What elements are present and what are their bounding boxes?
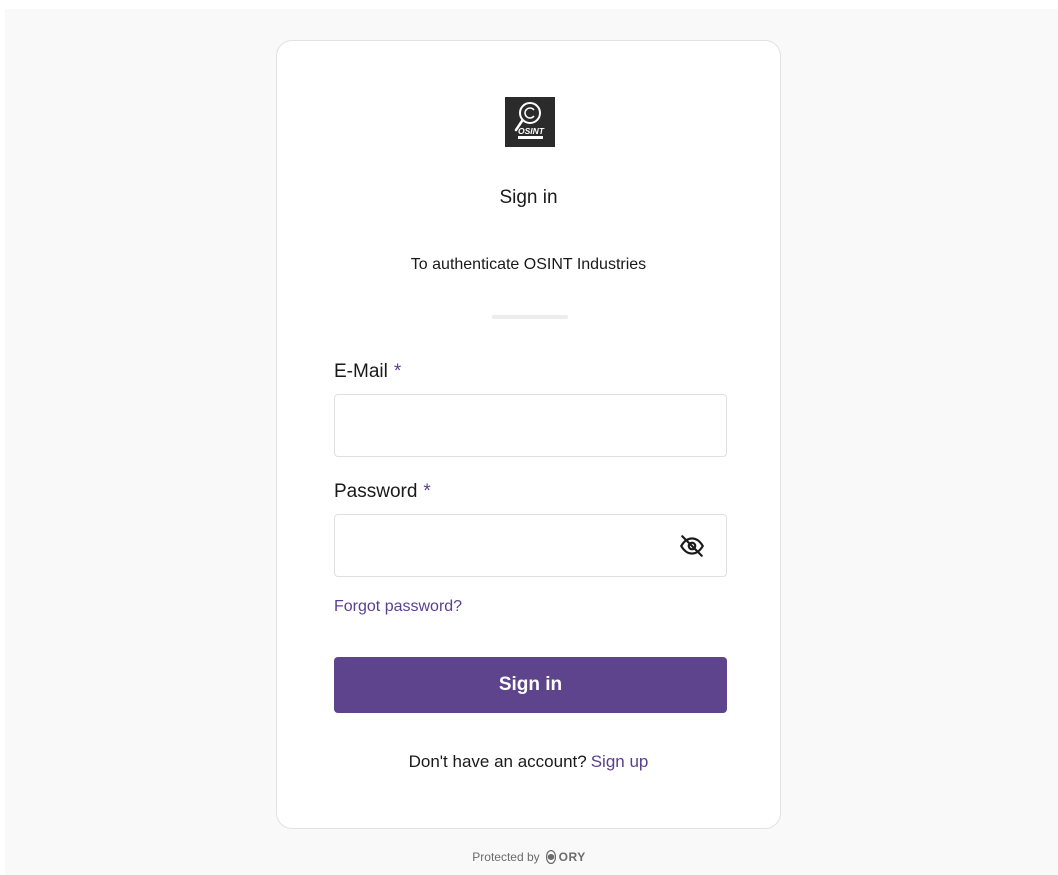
- sign-up-link[interactable]: Sign up: [591, 752, 649, 771]
- signup-prompt-text: Don't have an account?: [408, 752, 587, 771]
- page-subtitle: To authenticate OSINT Industries: [410, 256, 647, 273]
- password-label: Password *: [334, 481, 431, 503]
- password-label-text: Password: [334, 481, 418, 502]
- osint-industries-logo: OSINT: [505, 97, 555, 147]
- ory-logo-icon: [545, 850, 556, 864]
- toggle-password-visibility-button[interactable]: [677, 531, 707, 561]
- sign-in-card: OSINT Sign in To authenticate OSINT Indu…: [276, 40, 781, 829]
- sign-in-button[interactable]: Sign in: [334, 657, 727, 713]
- email-label-text: E-Mail: [334, 361, 388, 382]
- logo-text: OSINT: [518, 126, 545, 136]
- forgot-password-link[interactable]: Forgot password?: [334, 598, 462, 616]
- divider: [492, 315, 568, 319]
- required-marker: *: [423, 481, 431, 502]
- ory-wordmark: ORY: [558, 850, 586, 864]
- email-label: E-Mail *: [334, 361, 401, 383]
- required-marker: *: [393, 361, 402, 382]
- protected-by-text: Protected by: [472, 850, 540, 864]
- email-field[interactable]: [334, 394, 727, 457]
- signup-prompt: Don't have an account? Sign up: [277, 752, 780, 772]
- password-field[interactable]: [334, 514, 727, 577]
- page-title: Sign in: [499, 187, 558, 208]
- ory-logo[interactable]: ORY: [545, 850, 586, 864]
- footer: Protected by ORY: [0, 850, 1058, 864]
- eye-off-icon: [679, 533, 705, 559]
